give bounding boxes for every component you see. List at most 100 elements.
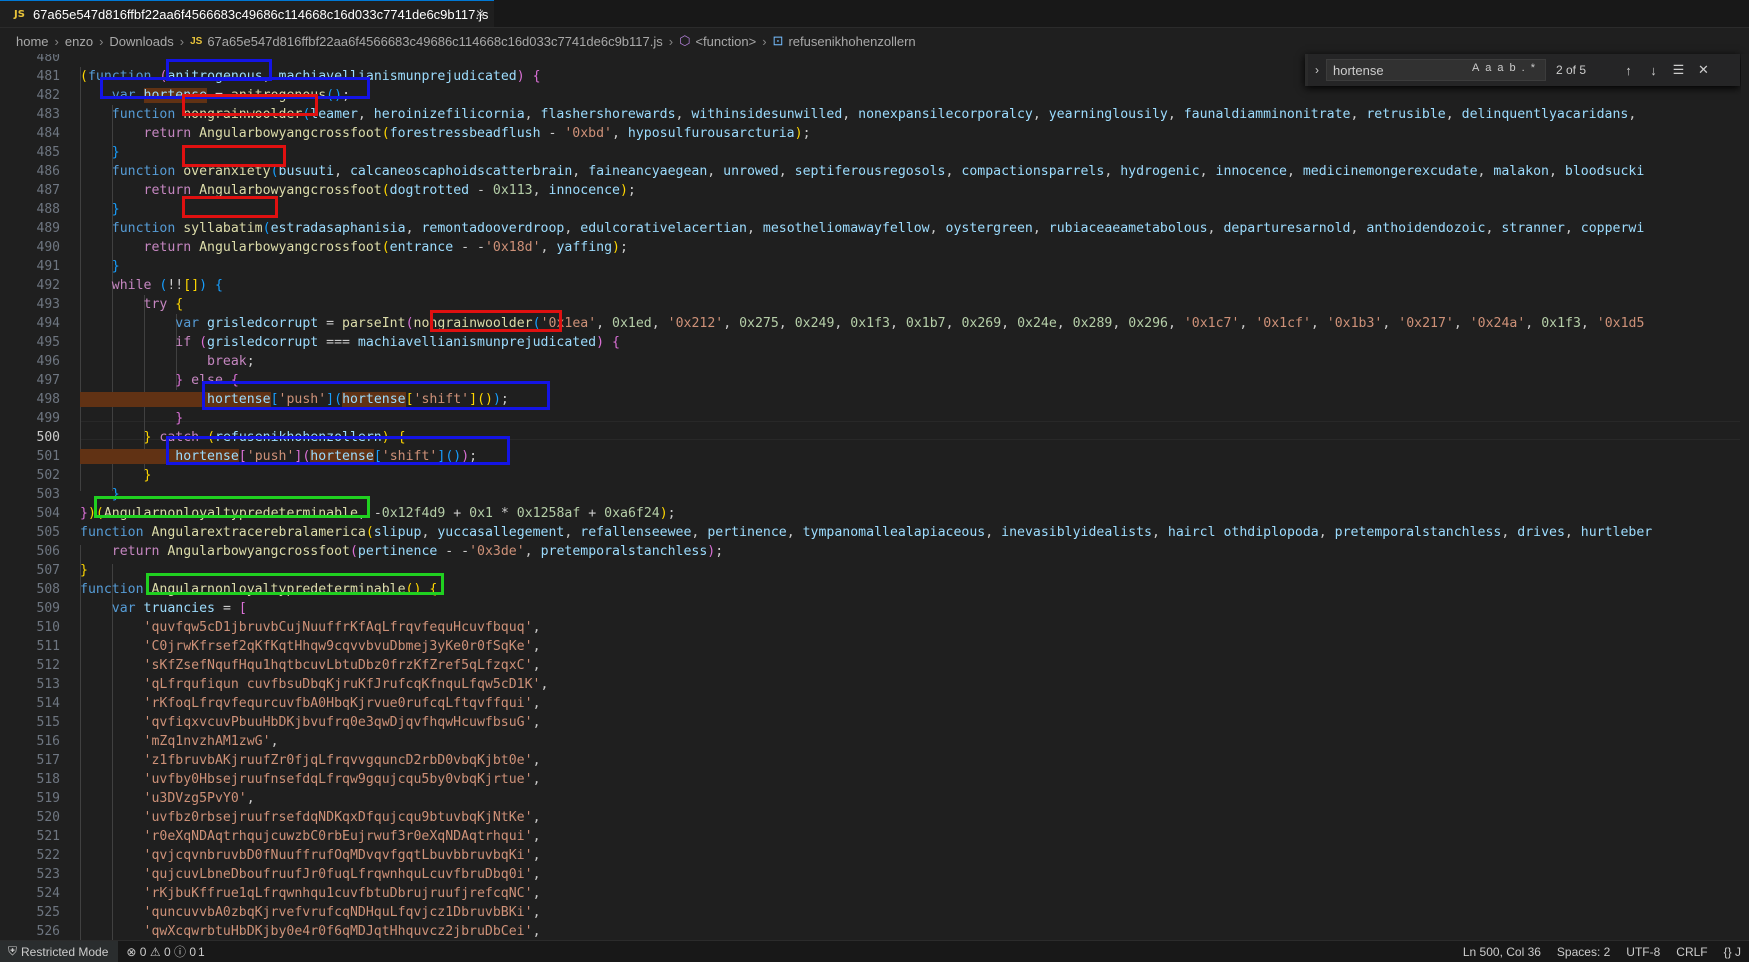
code-line[interactable]: } (80, 257, 120, 276)
match-case-toggle[interactable]: Aa (1472, 62, 1497, 74)
code-token: , (1628, 107, 1637, 122)
line-number: 516 (36, 734, 60, 749)
code-line[interactable]: if (grisledcorrupt === machiavellianismu… (80, 333, 620, 352)
code-token: } (80, 468, 152, 483)
code-line[interactable]: return Angularbowyangcrossfoot(pertinenc… (80, 542, 723, 561)
line-number: 481 (36, 69, 60, 84)
code-line[interactable]: 'qvjcqvnbruvbD0fNuuffrufOqMDvqvfgqtLbuvb… (80, 846, 541, 865)
code-line[interactable]: 'uvfby0HbsejruufnsefdqLfrqw9gqujcqu5by0v… (80, 770, 541, 789)
code-token: , (651, 316, 668, 331)
close-icon[interactable]: × (476, 5, 484, 21)
code-token: bloodsucki (1564, 164, 1645, 179)
language-mode[interactable]: {} J (1716, 945, 1749, 959)
symbol-function-icon: ⬡ (679, 33, 691, 48)
breadcrumb-user[interactable]: enzo (65, 34, 93, 49)
indentation[interactable]: Spaces: 2 (1549, 945, 1618, 959)
code-line[interactable]: function overanxiety(busuuti, calcaneosc… (80, 162, 1645, 181)
code-token: ; (619, 240, 628, 255)
code-token: ) (199, 278, 208, 293)
code-line[interactable]: 'C0jrwKfrsef2qKfKqtHhqw9cqvvbvuDbmej3yKe… (80, 637, 541, 656)
code-token: '0xbd' (564, 126, 612, 141)
breadcrumb-home[interactable]: home (16, 34, 49, 49)
code-line[interactable]: 'qLfrqufiqun cuvfbsuDbqKjruKfJrufcqKfnqu… (80, 675, 549, 694)
find-input[interactable]: hortense Aaab.* (1326, 59, 1546, 81)
code-token: ) (619, 183, 628, 198)
find-in-selection-icon[interactable]: ☰ (1666, 62, 1691, 78)
toggle-replace-icon[interactable]: › (1308, 63, 1326, 77)
code-line[interactable]: try { (80, 295, 184, 314)
code-line[interactable]: return Angularbowyangcrossfoot(entrance … (80, 238, 628, 257)
restricted-mode-indicator[interactable]: ⛨ Restricted Mode (0, 941, 119, 962)
shield-icon: ⛨ (8, 944, 18, 958)
line-number: 513 (36, 677, 60, 692)
code-line[interactable]: } (80, 466, 152, 485)
code-line[interactable]: function syllabatim(estradasaphanisia, r… (80, 219, 1645, 238)
code-token: innocence (548, 183, 620, 198)
code-line[interactable]: 'r0eXqNDAqtrhqujcuwzbC0rbEujrwuf3r0eXqND… (80, 827, 541, 846)
code-line[interactable]: } (80, 409, 183, 428)
previous-match-icon[interactable]: ↑ (1616, 63, 1641, 78)
code-token: Angularbowyangcrossfoot (199, 240, 382, 255)
code-token: - (540, 126, 565, 141)
code-line[interactable]: var truancies = [ (80, 599, 247, 618)
editor-tab[interactable]: JS 67a65e547d816ffbf22aa6f4566683c49686c… (0, 0, 494, 27)
code-token: , (842, 107, 859, 122)
code-line[interactable]: 'z1fbruvbAKjruufZr0fjqLfrqvvgquncD2rbD0v… (80, 751, 541, 770)
code-line[interactable]: } (80, 561, 88, 580)
code-line[interactable]: } (80, 200, 120, 219)
code-line[interactable]: var grisledcorrupt = parseInt(nongrainwo… (80, 314, 1644, 333)
line-ending[interactable]: CRLF (1668, 945, 1715, 959)
code-line[interactable]: while (!![]) { (80, 276, 223, 295)
line-number: 525 (36, 905, 60, 920)
regex-toggle[interactable]: .* (1522, 62, 1541, 74)
status-bar: ⛨ Restricted Mode ⊗ 0 ⚠ 0 ⓘ 0 1 Ln 500, … (0, 940, 1749, 962)
code-line[interactable]: return Angularbowyangcrossfoot(dogtrotte… (80, 181, 636, 200)
code-line[interactable]: 'uvfbz0rbsejruufrsefdqNDKqxDfqujcqu9btuv… (80, 808, 541, 827)
code-token: , (334, 164, 350, 179)
code-token: slipup (373, 525, 422, 540)
line-number: 492 (36, 278, 60, 293)
code-line[interactable]: 'u3DVzg5PvY0', (80, 789, 255, 808)
encoding[interactable]: UTF-8 (1618, 945, 1668, 959)
code-line[interactable]: 'qwXcqwrbtuHbDKjby0e4r0f6qMDJqtHhquvcz2j… (80, 922, 541, 940)
code-token: 'quvfqw5cD1jbruvbCujNuuffrKfAqLfrqvfequH… (80, 620, 533, 635)
code-editor[interactable]: 480 481 482 483 484 485 486 487 488 489 490 491 492 4… (0, 54, 1749, 940)
code-line[interactable]: function Angularextracerebralamerica(sli… (80, 523, 1652, 542)
code-line[interactable]: 'qujcuvLbneDboufruufJr0fuqLfrqwnhquLcuvf… (80, 865, 541, 884)
close-icon[interactable]: ✕ (1691, 62, 1716, 78)
code-line[interactable]: 'quvfqw5cD1jbruvbCujNuuffrKfAqLfrqvfequH… (80, 618, 541, 637)
breadcrumb-downloads[interactable]: Downloads (109, 34, 173, 49)
breadcrumb-file[interactable]: 67a65e547d816ffbf22aa6f4566683c49686c114… (207, 34, 662, 49)
cursor-position[interactable]: Ln 500, Col 36 (1455, 945, 1549, 959)
code-line[interactable]: 'sKfZsefNqufHqu1hqtbcuvLbtuDbz0frzKfZref… (80, 656, 541, 675)
line-number: 526 (36, 924, 60, 939)
annotation-box (202, 381, 550, 410)
code-token: , (532, 658, 541, 673)
next-match-icon[interactable]: ↓ (1641, 63, 1666, 78)
code-token: , (1199, 164, 1216, 179)
code-line[interactable]: 'rKjbuKffrue1qLfrqwnhqu1cuvfbtuDbrujruuf… (80, 884, 541, 903)
code-line[interactable]: 'quncuvvbA0zbqKjrvefvrufcqNDHquLfqvjcz1D… (80, 903, 541, 922)
code-line[interactable]: 'mZq1nvzhAM1zwG', (80, 732, 279, 751)
code-line[interactable]: 'rKfoqLfrqvfequrcuvfbA0HbqKjrvue0rufcqLf… (80, 694, 541, 713)
line-number: 491 (36, 259, 60, 274)
breadcrumb-function[interactable]: <function> (695, 34, 756, 49)
code-token: ( (381, 240, 390, 255)
code-token: '0x1c7' (1183, 316, 1240, 331)
match-word-toggle[interactable]: ab (1497, 62, 1521, 74)
code-token: ( (199, 335, 208, 350)
code-token: , (1525, 316, 1542, 331)
code-token: compactionsparrels (961, 164, 1105, 179)
breadcrumb-variable[interactable]: refusenikhohenzollern (788, 34, 915, 49)
code-token: haircl othdiplopoda (1167, 525, 1319, 540)
line-number: 497 (36, 373, 60, 388)
overview-ruler[interactable] (1741, 54, 1749, 940)
code-line[interactable]: return Angularbowyangcrossfoot(forestres… (80, 124, 811, 143)
problems-indicator[interactable]: ⊗ 0 ⚠ 0 ⓘ 0 (118, 943, 204, 960)
code-token: , (612, 126, 628, 141)
code-line[interactable]: break; (80, 352, 255, 371)
code-line[interactable]: 'qvfiqxvcuvPbuuHbDKjbvufrq0e3qwDjqvfhqwH… (80, 713, 541, 732)
code-line[interactable]: } (80, 143, 120, 162)
ports-count[interactable]: 1 (198, 945, 205, 959)
